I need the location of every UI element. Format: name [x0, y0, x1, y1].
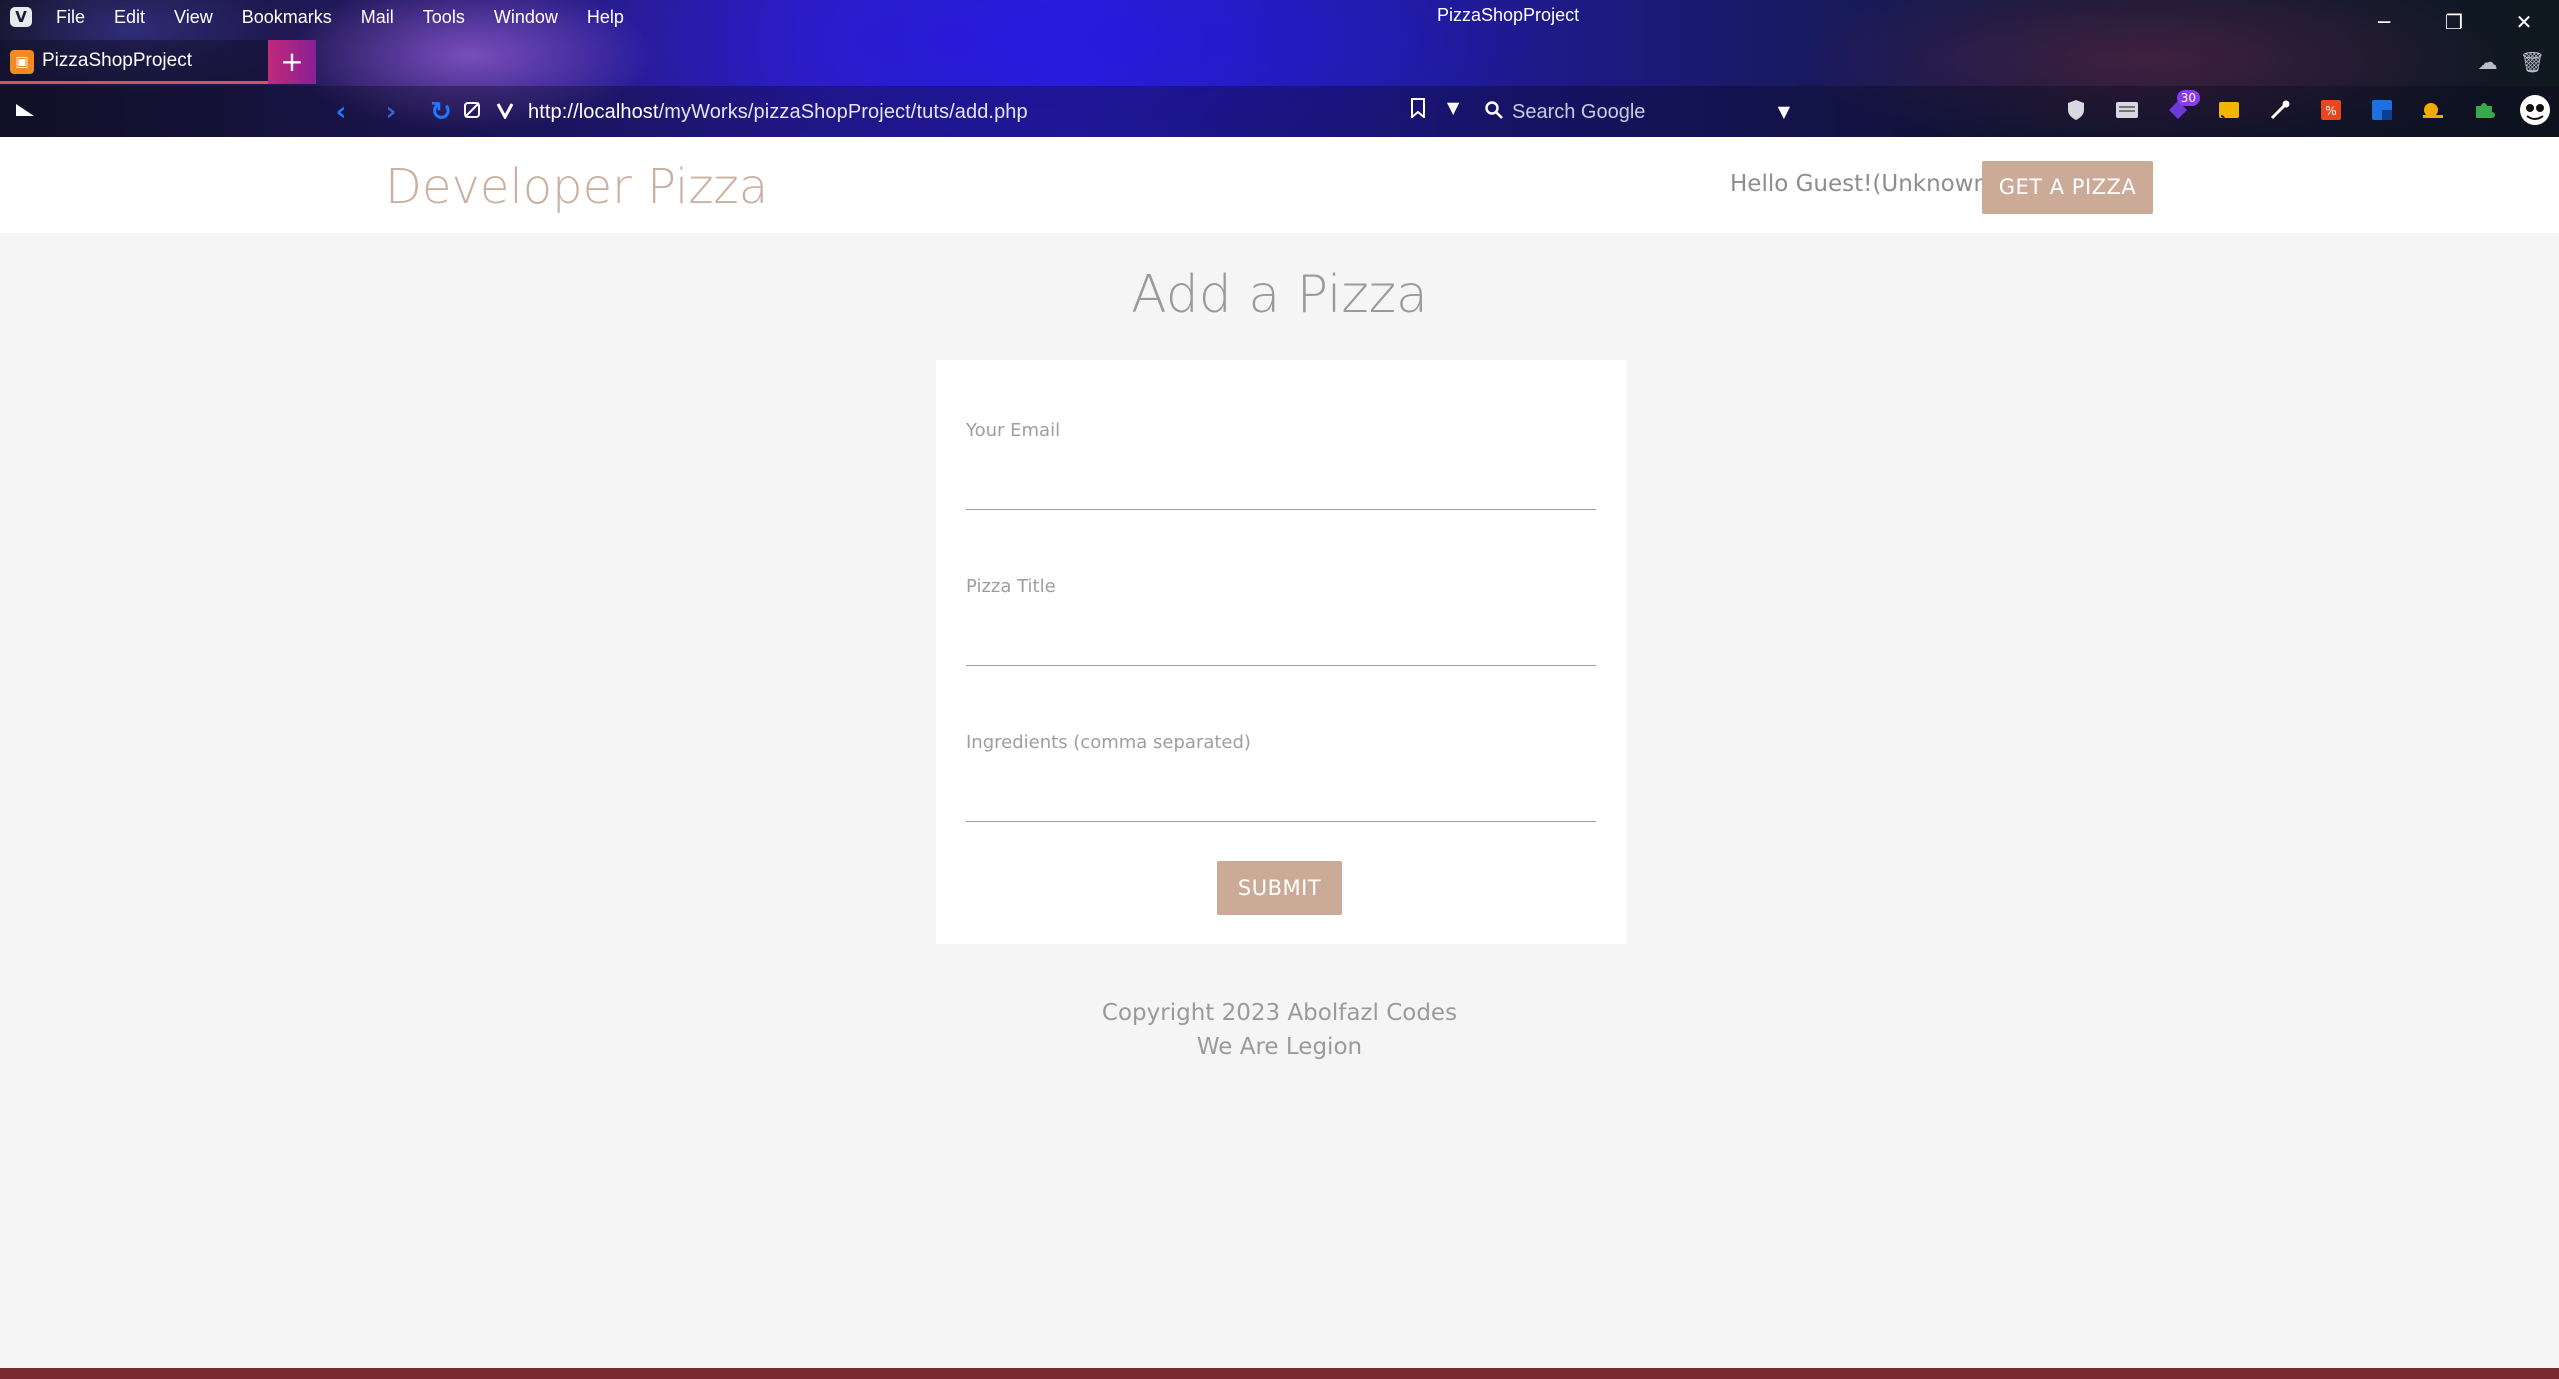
search-placeholder: Search Google	[1512, 100, 1646, 123]
search-icon	[1484, 100, 1504, 125]
extensions-bar: 30 %	[2058, 90, 2553, 128]
email-label: Your Email	[966, 420, 1061, 441]
url-text: http://localhost/myWorks/pizzaShopProjec…	[528, 100, 1028, 123]
menu-tools[interactable]: Tools	[423, 7, 465, 28]
ingredients-label: Ingredients (comma separated)	[966, 732, 1251, 753]
get-a-pizza-button[interactable]: GET A PIZZA	[1982, 161, 2153, 214]
address-bar: ‹ › ↻ http://localhost/myWorks/pizzaShop…	[0, 86, 2559, 137]
menu-bar: V File Edit View Bookmarks Mail Tools Wi…	[0, 0, 2559, 34]
tab-title: PizzaShopProject	[42, 50, 192, 71]
footer-copyright: Copyright 2023 Abolfazl Codes	[1101, 1000, 1458, 1026]
profile-avatar-icon[interactable]	[2517, 92, 2553, 128]
pizza-title-input[interactable]	[966, 604, 1596, 666]
brand-logo[interactable]: Developer Pizza	[385, 159, 768, 215]
url-dropdown-icon[interactable]: ▼	[1447, 98, 1459, 117]
search-engine-dropdown-icon[interactable]: ▼	[1778, 102, 1790, 121]
vivaldi-logo-icon[interactable]: V	[10, 7, 32, 27]
color-picker-icon[interactable]	[2262, 92, 2298, 128]
add-pizza-form: Your Email Pizza Title Ingredients (comm…	[936, 360, 1626, 944]
reader-view-icon[interactable]	[2109, 92, 2145, 128]
tabbar-tools: ☁ 🗑	[2478, 50, 2545, 74]
browser-chrome: V File Edit View Bookmarks Mail Tools Wi…	[0, 0, 2559, 137]
restore-icon[interactable]: ❐	[2419, 0, 2489, 44]
panel-toggle-icon[interactable]	[14, 100, 36, 120]
svg-text:%: %	[2325, 104, 2336, 118]
taskbar-strip	[0, 1368, 2559, 1379]
extension-notifications-icon[interactable]: 30	[2160, 90, 2200, 128]
menu-mail[interactable]: Mail	[361, 7, 394, 28]
snail-extension-icon[interactable]	[2415, 92, 2451, 128]
menu-edit[interactable]: Edit	[114, 7, 145, 28]
url-field[interactable]: http://localhost/myWorks/pizzaShopProjec…	[462, 94, 1450, 130]
greeting-text: Hello Guest!(Unknown)	[1730, 171, 1998, 197]
ingredients-input[interactable]	[966, 760, 1596, 822]
pizza-title-label: Pizza Title	[966, 576, 1056, 597]
cloud-icon[interactable]: ☁	[2478, 50, 2498, 74]
back-icon[interactable]: ‹	[316, 94, 366, 130]
menu-help[interactable]: Help	[587, 7, 624, 28]
menu-file[interactable]: File	[56, 7, 85, 28]
tab-bar: ▣ PizzaShopProject + ☁ 🗑	[0, 40, 2559, 84]
minimize-icon[interactable]: ─	[2349, 0, 2419, 44]
menu-view[interactable]: View	[174, 7, 213, 28]
cast-icon[interactable]	[2211, 92, 2247, 128]
footer-tagline: We Are Legion	[1196, 1034, 1363, 1060]
footer: Copyright 2023 Abolfazl Codes We Are Leg…	[0, 996, 2559, 1064]
submit-button[interactable]: SUBMIT	[1217, 861, 1342, 915]
extension-badge: 30	[2176, 90, 2200, 106]
close-icon[interactable]: ✕	[2489, 0, 2559, 44]
forward-icon[interactable]: ›	[366, 94, 416, 130]
trash-icon[interactable]: 🗑	[2520, 50, 2545, 74]
window-title: PizzaShopProject	[1437, 5, 1580, 25]
favicon-icon: ▣	[10, 50, 34, 74]
reload-icon[interactable]: ↻	[416, 94, 466, 130]
shield-icon[interactable]	[2058, 92, 2094, 128]
site-info-icon[interactable]	[462, 100, 482, 125]
menu-bookmarks[interactable]: Bookmarks	[242, 7, 332, 28]
email-input[interactable]	[966, 448, 1596, 510]
menu-items: File Edit View Bookmarks Mail Tools Wind…	[56, 0, 653, 34]
vivaldi-v-icon	[496, 100, 514, 124]
search-field[interactable]: Search Google ▼	[1484, 94, 1790, 130]
tab-pizzashopproject[interactable]: ▣ PizzaShopProject	[0, 40, 268, 84]
sticky-note-icon[interactable]	[2364, 92, 2400, 128]
window-controls: ─ ❐ ✕	[2349, 0, 2559, 44]
translate-icon[interactable]: %	[2313, 92, 2349, 128]
bookmark-icon[interactable]	[1410, 98, 1426, 123]
menu-window[interactable]: Window	[494, 7, 558, 28]
site-header: Developer Pizza Hello Guest!(Unknown) GE…	[0, 137, 2559, 233]
navigation-buttons: ‹ › ↻	[316, 94, 466, 130]
puzzle-extension-icon[interactable]	[2466, 92, 2502, 128]
page-title: Add a Pizza	[1131, 265, 1428, 325]
new-tab-button[interactable]: +	[268, 40, 316, 84]
